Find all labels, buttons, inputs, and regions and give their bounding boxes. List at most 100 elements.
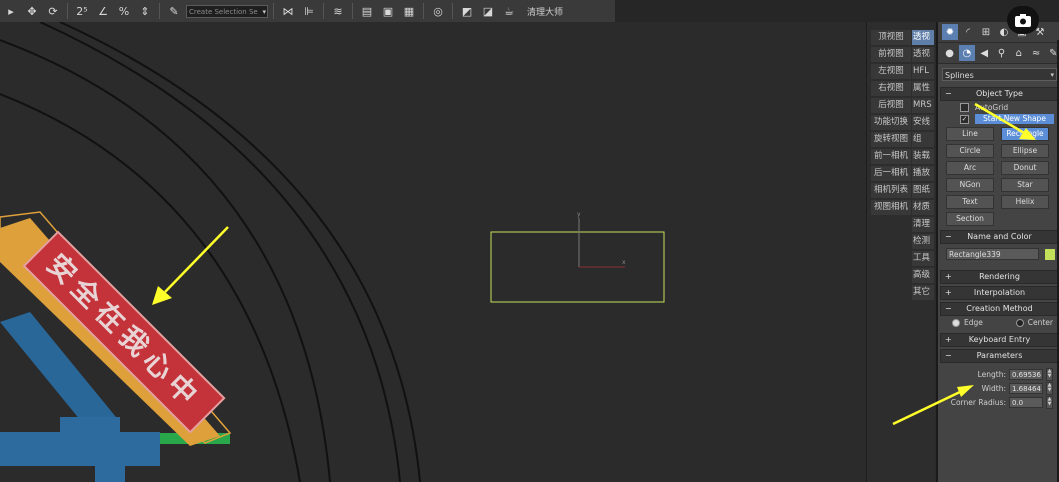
start-new-shape-checkbox[interactable]: ✓ (960, 114, 969, 124)
perspective-viewport[interactable]: 安全在我心中 y x (0, 22, 866, 482)
creation-method-header[interactable]: − Creation Method (940, 302, 1059, 316)
donut-button[interactable]: Donut (1001, 161, 1049, 175)
rendering-header[interactable]: + Rendering (940, 270, 1059, 284)
view-back-button[interactable]: 后视图 (871, 98, 911, 113)
edge-radio-option[interactable]: Edge (952, 318, 983, 327)
view-right-button[interactable]: 右视图 (871, 81, 911, 96)
render-frame-icon[interactable]: ◎ (429, 2, 447, 20)
ellipse-button[interactable]: Ellipse (1001, 144, 1049, 158)
width-field[interactable]: 1.68464 (1009, 382, 1043, 394)
rotate-view-button[interactable]: 旋转视图 (871, 132, 911, 147)
helix-button[interactable]: Helix (1001, 195, 1049, 209)
helpers-icon[interactable]: ⌂ (1011, 45, 1026, 61)
material-editor-icon[interactable]: ▣ (379, 2, 397, 20)
start-new-shape-row[interactable]: ✓ Start New Shape (940, 113, 1059, 125)
render-iterative-icon[interactable]: ◪ (479, 2, 497, 20)
function-toggle-button[interactable]: 功能切换 (871, 115, 911, 130)
teapot-icon[interactable]: ☕ (500, 2, 518, 20)
object-type-header[interactable]: − Object Type (940, 87, 1059, 101)
shortcut-button[interactable]: 组 (912, 132, 934, 147)
render-setup-icon[interactable]: ▦ (400, 2, 418, 20)
creation-method-rollout: − Creation Method Edge Center (940, 302, 1059, 331)
shortcut-button[interactable]: 其它 (912, 285, 934, 300)
text-button[interactable]: Text (946, 195, 994, 209)
shortcut-button[interactable]: 图纸 (912, 183, 934, 198)
next-camera-button[interactable]: 后一相机 (871, 166, 911, 181)
keyboard-entry-header[interactable]: + Keyboard Entry (940, 333, 1059, 347)
line-button[interactable]: Line (946, 127, 994, 141)
camera-list-button[interactable]: 相机列表 (871, 183, 911, 198)
edit-named-selection-icon[interactable]: ✎ (165, 2, 183, 20)
rectangle-button[interactable]: Rectangle (1001, 127, 1049, 141)
spinner-snap-icon[interactable]: ⇕ (136, 2, 154, 20)
shortcut-button[interactable]: 装载 (912, 149, 934, 164)
edge-label: Edge (964, 318, 983, 327)
shortcut-button[interactable]: 透视 (912, 47, 934, 62)
shortcut-button[interactable]: MRS (912, 98, 934, 113)
cameras-icon[interactable]: ⚲ (994, 45, 1009, 61)
circle-button[interactable]: Circle (946, 144, 994, 158)
center-radio[interactable] (1015, 319, 1024, 327)
schematic-icon[interactable]: ▤ (358, 2, 376, 20)
star-button[interactable]: Star (1001, 178, 1049, 192)
view-camera-button[interactable]: 视图相机 (871, 200, 911, 215)
view-left-button[interactable]: 左视图 (871, 64, 911, 79)
mirror-icon[interactable]: ⋈ (279, 2, 297, 20)
length-spinner[interactable]: ▲ ▼ (1046, 367, 1053, 381)
shortcut-button[interactable]: 安线 (912, 115, 934, 130)
interpolation-header[interactable]: + Interpolation (940, 286, 1059, 300)
shortcut-button[interactable]: 属性 (912, 81, 934, 96)
modify-tab-icon[interactable]: ◜ (960, 24, 976, 40)
select-rotate-icon[interactable]: ⟳ (44, 2, 62, 20)
shortcut-button[interactable]: 工具 (912, 251, 934, 266)
corner-radius-spinner[interactable]: ▲ ▼ (1046, 395, 1053, 409)
view-front-button[interactable]: 前视图 (871, 47, 911, 62)
prev-camera-button[interactable]: 前一相机 (871, 149, 911, 164)
length-field[interactable]: 0.69536 (1009, 368, 1043, 380)
select-filter-icon[interactable]: ▸ (2, 2, 20, 20)
section-button[interactable]: Section (946, 212, 994, 226)
shortcut-button[interactable]: 清理 (912, 217, 934, 232)
spacewarps-icon[interactable]: ≈ (1028, 45, 1043, 61)
layer-icon[interactable]: ≋ (329, 2, 347, 20)
select-move-icon[interactable]: ✥ (23, 2, 41, 20)
parameters-header[interactable]: − Parameters (940, 349, 1059, 363)
object-color-swatch[interactable] (1045, 248, 1055, 260)
autogrid-row[interactable]: AutoGrid (940, 101, 1059, 113)
width-spinner[interactable]: ▲ ▼ (1046, 381, 1053, 395)
angle-snap-icon[interactable]: ∠ (94, 2, 112, 20)
shortcut-button[interactable]: 高级 (912, 268, 934, 283)
corner-radius-field[interactable]: 0.0 (1009, 396, 1043, 408)
autogrid-checkbox[interactable] (960, 102, 969, 112)
shortcut-button[interactable]: HFL (912, 64, 934, 79)
selection-set-dropdown[interactable]: Create Selection Se ▾ (186, 4, 268, 18)
hierarchy-tab-icon[interactable]: ⊞ (978, 24, 994, 40)
geometry-icon[interactable]: ● (942, 45, 957, 61)
render-production-icon[interactable]: ◩ (458, 2, 476, 20)
center-radio-option[interactable]: Center (1015, 318, 1053, 327)
snap-toggle-icon[interactable]: 2⁵ (73, 2, 91, 20)
toolbar-divider (323, 3, 324, 19)
name-and-color-title: Name and Color (967, 232, 1032, 241)
object-name-field[interactable]: Rectangle339 (946, 248, 1040, 260)
camera-icon[interactable] (1007, 6, 1039, 34)
ngon-button[interactable]: NGon (946, 178, 994, 192)
collapse-icon: − (945, 351, 952, 360)
center-label: Center (1027, 318, 1053, 327)
name-and-color-header[interactable]: − Name and Color (940, 230, 1059, 244)
shortcut-button[interactable]: 播放 (912, 166, 934, 181)
shortcut-button[interactable]: 检测 (912, 234, 934, 249)
lights-icon[interactable]: ◀ (977, 45, 992, 61)
plugin-cleanup-master-label[interactable]: 清理大师 (527, 5, 563, 18)
shortcut-button[interactable]: 材质 (912, 200, 934, 215)
view-top-button[interactable]: 顶视图 (871, 30, 911, 45)
align-icon[interactable]: ⊫ (300, 2, 318, 20)
category-dropdown[interactable]: Splines ▾ (942, 68, 1057, 81)
perspective-button[interactable]: 透视 (912, 30, 934, 45)
arc-button[interactable]: Arc (946, 161, 994, 175)
chevron-down-icon: ▾ (1050, 71, 1054, 79)
create-tab-icon[interactable]: ✹ (942, 24, 958, 40)
shapes-icon[interactable]: ◔ (959, 45, 975, 61)
edge-radio[interactable] (952, 319, 960, 327)
percent-snap-icon[interactable]: % (115, 2, 133, 20)
